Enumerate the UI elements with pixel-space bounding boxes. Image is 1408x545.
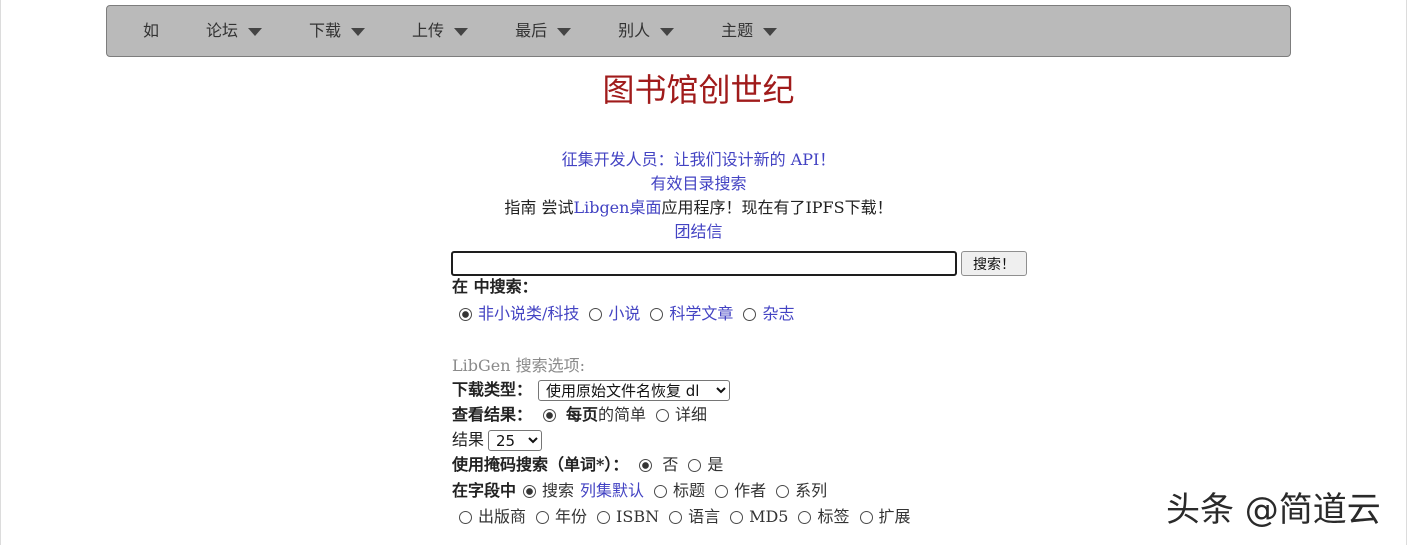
view-results-row: 查看结果： 每页的简单 详细 <box>452 404 707 426</box>
nav-item-label: 如 <box>143 21 160 40</box>
field-radio-default[interactable] <box>523 484 537 498</box>
caret-down-icon <box>660 28 675 36</box>
field-radio-tags[interactable] <box>798 510 812 524</box>
view-results-label: 查看结果： <box>452 405 533 424</box>
topic-radio-fiction[interactable] <box>589 307 603 321</box>
notice-guide: 指南 尝试Libgen桌面应用程序！现在有了IPFS下载！ <box>106 196 1291 220</box>
fields-label: 在字段中 <box>452 481 517 500</box>
caret-down-icon <box>763 28 778 36</box>
view-option-detailed: 详细 <box>675 405 708 424</box>
field-radio-language[interactable] <box>669 510 683 524</box>
view-radio-detailed[interactable] <box>656 408 670 422</box>
fields-row-1: 在字段中 搜索 列集默认 标题 作者 系列 <box>452 480 827 502</box>
nav-item-downloads[interactable]: 下载 <box>309 21 366 41</box>
download-type-row: 下载类型： 使用原始文件名恢复 dl <box>452 379 731 401</box>
search-in-label: 在 中搜索： <box>452 277 538 296</box>
guide-text-pre: 指南 尝试 <box>504 198 574 217</box>
field-option-md5: MD5 <box>749 507 789 526</box>
field-radio-year[interactable] <box>536 510 550 524</box>
topic-radio-nonfiction[interactable] <box>459 307 472 321</box>
field-option-tags: 标签 <box>817 507 850 526</box>
field-radio-md5[interactable] <box>730 510 744 524</box>
topic-link-nonfiction[interactable]: 非小说类/科技 <box>478 303 579 325</box>
field-radio-author[interactable] <box>715 484 729 498</box>
results-per-page-select[interactable]: 25 <box>488 429 543 451</box>
nav-item-forum[interactable]: 论坛 <box>206 21 263 41</box>
search-options-heading: LibGen 搜索选项: <box>452 356 586 375</box>
watermark: 头条 @简道云 <box>1166 490 1381 530</box>
nav-item-label: 别人 <box>618 21 651 40</box>
search-button[interactable]: 搜索！ <box>961 251 1027 276</box>
libgen-desktop-link[interactable]: Libgen桌面 <box>573 198 661 217</box>
nav-item-label: 最后 <box>515 21 548 40</box>
caret-down-icon <box>454 28 469 36</box>
topic-link-magazines[interactable]: 杂志 <box>762 303 794 325</box>
topic-radio-magazines[interactable] <box>743 307 757 321</box>
mask-option-yes: 是 <box>707 455 724 474</box>
nav-item-label: 论坛 <box>206 21 239 40</box>
field-radio-extension[interactable] <box>859 510 873 524</box>
mask-option-no: 否 <box>662 455 679 474</box>
notice-dev-call: 征集开发人员：让我们设计新的 API！ <box>106 148 1291 172</box>
catalog-search-link[interactable]: 有效目录搜索 <box>650 174 746 193</box>
field-radio-title[interactable] <box>654 484 668 498</box>
nav-item-topics[interactable]: 主题 <box>721 21 778 41</box>
field-option-title: 标题 <box>673 481 706 500</box>
view-option-simple-bold: 每页 <box>566 405 599 424</box>
field-radio-publisher[interactable] <box>459 510 472 524</box>
caret-down-icon <box>557 28 572 36</box>
nav-item-label: 上传 <box>412 21 445 40</box>
dev-call-link[interactable]: 征集开发人员：让我们设计新的 <box>562 150 791 169</box>
nav-item-label: 下载 <box>309 21 342 40</box>
mask-search-label: 使用掩码搜索（单词*）： <box>452 455 629 474</box>
field-option-language: 语言 <box>688 507 721 526</box>
field-option-extension: 扩展 <box>878 507 911 526</box>
fields-row-2: 出版商 年份 ISBN 语言 MD5 标签 扩展 <box>452 506 911 528</box>
field-radio-series[interactable] <box>776 484 790 498</box>
topic-link-scientific-articles[interactable]: 科学文章 <box>669 303 733 325</box>
page-edge-right <box>1406 0 1407 545</box>
download-type-label: 下载类型： <box>452 380 533 399</box>
search-input[interactable] <box>451 251 957 276</box>
topic-radio-group: 非小说类/科技 小说 科学文章 杂志 <box>452 303 794 325</box>
mask-radio-yes[interactable] <box>688 458 702 472</box>
page-edge-left <box>0 0 1 545</box>
nav-item-others[interactable]: 别人 <box>618 21 675 41</box>
notice-catalog: 有效目录搜索 <box>106 172 1291 196</box>
guide-text-post: 应用程序！现在有了IPFS下载！ <box>661 198 893 217</box>
api-link[interactable]: API！ <box>791 150 836 169</box>
nav-item-language[interactable]: 如 <box>143 21 159 41</box>
topic-link-fiction[interactable]: 小说 <box>608 303 640 325</box>
nav-item-upload[interactable]: 上传 <box>412 21 469 41</box>
field-option-isbn: ISBN <box>616 507 660 526</box>
field-option-author: 作者 <box>734 481 767 500</box>
view-option-simple: 每页的简单 <box>566 404 646 426</box>
page-title: 图书馆创世纪 <box>602 71 795 109</box>
column-set-default-link[interactable]: 列集默认 <box>580 480 644 502</box>
mask-search-row: 使用掩码搜索（单词*）： 否 是 <box>452 454 723 476</box>
nav-item-last[interactable]: 最后 <box>515 21 572 41</box>
field-option-publisher: 出版商 <box>478 507 527 526</box>
caret-down-icon <box>248 28 263 36</box>
download-type-select[interactable]: 使用原始文件名恢复 dl <box>538 379 731 401</box>
solidarity-letter-link[interactable]: 团结信 <box>674 222 722 241</box>
notice-solidarity: 团结信 <box>106 220 1291 244</box>
topic-radio-scientific-articles[interactable] <box>650 307 664 321</box>
view-radio-simple[interactable] <box>543 408 557 422</box>
field-option-year: 年份 <box>555 507 588 526</box>
nav-item-label: 主题 <box>721 21 754 40</box>
notices: 征集开发人员：让我们设计新的 API！ 有效目录搜索 指南 尝试Libgen桌面… <box>106 148 1291 244</box>
field-option-series: 系列 <box>795 481 828 500</box>
results-label: 结果 <box>452 430 485 449</box>
caret-down-icon <box>351 28 366 36</box>
field-radio-isbn[interactable] <box>597 510 611 524</box>
view-option-simple-rest: 的简单 <box>598 405 647 424</box>
top-navbar: 如 论坛 下载 上传 最后 别人 主题 <box>106 5 1291 57</box>
mask-radio-no[interactable] <box>639 458 653 472</box>
field-option-default: 搜索 <box>542 481 575 500</box>
results-per-page-row: 结果 25 <box>452 429 543 451</box>
